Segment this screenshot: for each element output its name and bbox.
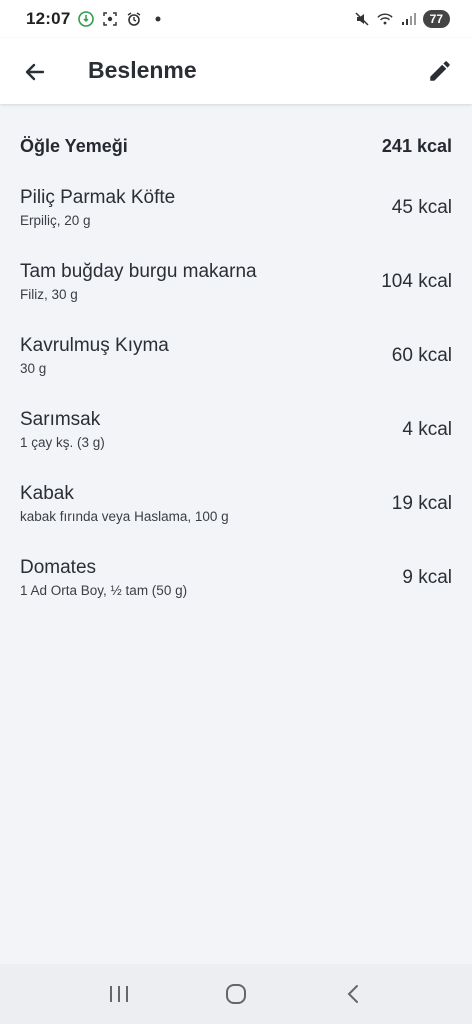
back-button[interactable] (20, 57, 50, 87)
status-left: 12:07 (26, 9, 166, 29)
food-item-detail: 30 g (20, 361, 47, 376)
edit-button[interactable] (424, 55, 456, 87)
food-item-name: Sarımsak (20, 409, 101, 430)
food-item-name: Kavrulmuş Kıyma (20, 335, 169, 356)
food-item-kcal: 9 kcal (402, 567, 452, 588)
status-time: 12:07 (26, 9, 71, 28)
dot-icon (150, 11, 166, 27)
recents-icon (109, 986, 128, 1002)
page-title: Beslenme (88, 57, 197, 83)
alarm-icon (126, 11, 142, 27)
food-item-kcal: 45 kcal (391, 197, 452, 218)
meal-total-kcal: 241 kcal (381, 136, 452, 156)
pencil-icon (430, 61, 450, 81)
food-item[interactable]: Tam buğday burgu makarna Filiz, 30 g 104… (20, 254, 452, 310)
food-item-detail: 1 Ad Orta Boy, ½ tam (50 g) (20, 583, 188, 598)
food-item-text: Piliç Parmak Köfte Erpiliç, 20 g (20, 186, 175, 230)
food-item-text: Kabak kabak fırında veya Haslama, 100 g (20, 482, 229, 526)
food-item-name: Tam buğday burgu makarna (20, 261, 257, 282)
food-item-name: Kabak (20, 483, 74, 504)
food-item-detail: Filiz, 30 g (20, 287, 78, 302)
app-notification-icon (78, 11, 95, 27)
food-item-name: Piliç Parmak Köfte (20, 187, 176, 208)
food-item-name: Domates (20, 557, 97, 578)
status-bar: 12:07 77 (0, 0, 472, 38)
food-item-text: Kavrulmuş Kıyma 30 g (20, 334, 169, 378)
food-item-detail: 1 çay kş. (3 g) (20, 435, 105, 450)
recent-apps-button[interactable] (99, 974, 139, 1014)
system-nav-bar (0, 964, 472, 1024)
food-item[interactable]: Piliç Parmak Köfte Erpiliç, 20 g 45 kcal (20, 180, 452, 236)
food-item-kcal: 19 kcal (391, 493, 452, 514)
food-item[interactable]: Domates 1 Ad Orta Boy, ½ tam (50 g) 9 kc… (20, 550, 452, 606)
food-item-text: Tam buğday burgu makarna Filiz, 30 g (20, 260, 257, 304)
food-item[interactable]: Kabak kabak fırında veya Haslama, 100 g … (20, 476, 452, 532)
mute-icon (354, 11, 370, 27)
status-right: 77 (354, 10, 450, 28)
screenshot-icon (102, 11, 118, 27)
home-icon (225, 984, 246, 1004)
food-item-text: Sarımsak 1 çay kş. (3 g) (20, 408, 105, 452)
home-button[interactable] (216, 974, 256, 1014)
food-item-kcal: 104 kcal (381, 271, 452, 292)
chevron-left-icon (347, 985, 359, 1003)
wifi-icon (377, 11, 393, 27)
food-item-detail: Erpiliç, 20 g (20, 213, 91, 228)
food-item[interactable]: Sarımsak 1 çay kş. (3 g) 4 kcal (20, 402, 452, 458)
food-item-kcal: 60 kcal (391, 345, 452, 366)
app-bar: Beslenme (0, 38, 472, 104)
signal-icon (400, 11, 416, 27)
food-item-detail: kabak fırında veya Haslama, 100 g (20, 509, 229, 524)
meal-header: Öğle Yemeği 241 kcal (20, 136, 452, 157)
meal-name: Öğle Yemeği (20, 136, 128, 156)
food-item-kcal: 4 kcal (402, 419, 452, 440)
food-item-text: Domates 1 Ad Orta Boy, ½ tam (50 g) (20, 556, 187, 600)
food-item[interactable]: Kavrulmuş Kıyma 30 g 60 kcal (20, 328, 452, 384)
system-back-button[interactable] (333, 974, 373, 1014)
battery-indicator: 77 (422, 10, 450, 28)
arrow-left-icon (25, 63, 45, 81)
